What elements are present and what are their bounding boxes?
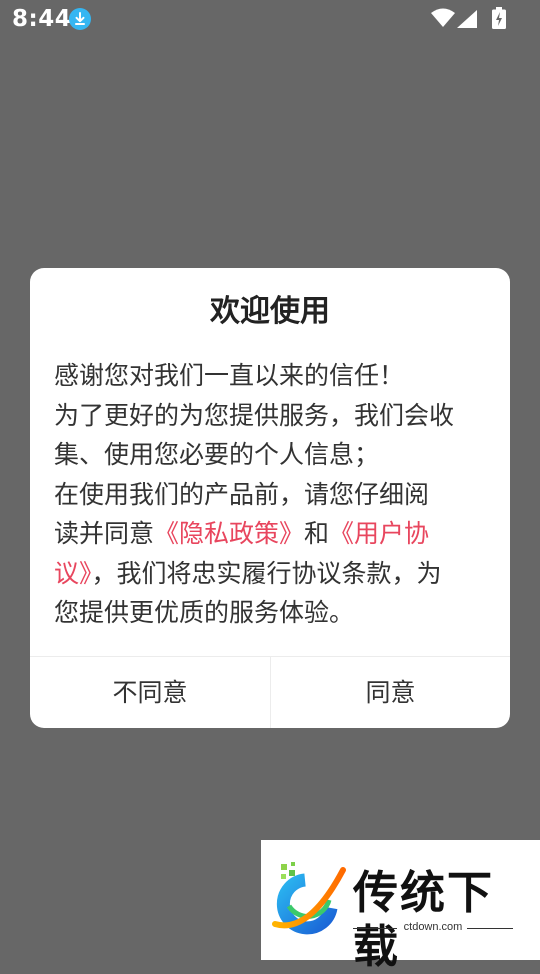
wifi-icon (431, 8, 455, 27)
user-agreement-link[interactable]: 议》 (54, 559, 92, 588)
body-line: 在使用我们的产品前，请您仔细阅 (54, 479, 430, 509)
body-line: 集、使用您必要的个人信息； (54, 440, 380, 469)
watermark: 传统下载 ctdown.com (261, 840, 540, 973)
watermark-domain: ctdown.com (403, 921, 463, 933)
dialog-title: 欢迎使用 (210, 294, 330, 329)
welcome-dialog: 欢迎使用 感谢您对我们一直以来的信任！ 为了更好的为您提供服务，我们会收 集、使… (30, 268, 510, 728)
download-icon (69, 8, 91, 30)
body-line: 您提供更优质的服务体验。 (54, 598, 355, 627)
dialog-body: 感谢您对我们一直以来的信任！ 为了更好的为您提供服务，我们会收 集、使用您必要的… (54, 356, 490, 633)
user-agreement-link[interactable]: 《用户协 (329, 519, 429, 548)
status-bar: 8:44 (0, 0, 540, 38)
body-text: 和 (304, 519, 330, 548)
status-time: 8:44 (12, 6, 72, 32)
divider (467, 928, 513, 929)
agree-button[interactable]: 同意 (271, 657, 510, 728)
body-line: 读并同意《隐私政策》和《用户协 (54, 514, 490, 554)
body-line: 为了更好的为您提供服务，我们会收 (54, 400, 455, 430)
body-text: ，我们将忠实履行协议条款，为 (91, 558, 442, 588)
signal-icon (457, 10, 477, 28)
logo-icon (272, 862, 346, 935)
body-line: 感谢您对我们一直以来的信任！ (54, 361, 405, 390)
body-line: 议》，我们将忠实履行协议条款，为 (54, 554, 490, 594)
body-text: 读并同意 (54, 519, 155, 548)
privacy-policy-link[interactable]: 《隐私政策》 (154, 519, 304, 548)
disagree-button[interactable]: 不同意 (30, 657, 270, 728)
battery-icon (492, 7, 506, 29)
